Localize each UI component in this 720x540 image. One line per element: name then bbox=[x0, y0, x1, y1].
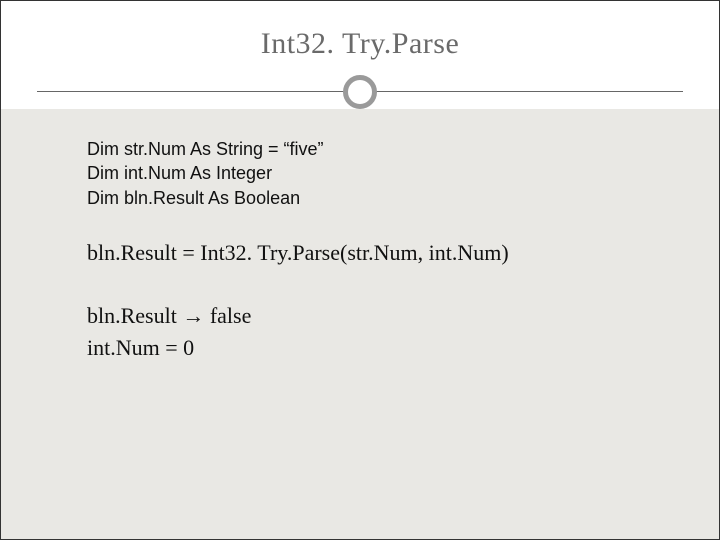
result-line-2: int.Num = 0 bbox=[87, 332, 633, 364]
decl-line-3: Dim bln.Result As Boolean bbox=[87, 186, 633, 210]
slide-body: Dim str.Num As String = “five” Dim int.N… bbox=[1, 109, 719, 539]
decl-line-1: Dim str.Num As String = “five” bbox=[87, 137, 633, 161]
result-line-1: bln.Result → false bbox=[87, 300, 633, 332]
decl-line-2: Dim int.Num As Integer bbox=[87, 161, 633, 185]
main-statement: bln.Result = Int32. Try.Parse(str.Num, i… bbox=[87, 240, 633, 266]
declaration-block: Dim str.Num As String = “five” Dim int.N… bbox=[87, 137, 633, 210]
slide-container: Int32. Try.Parse Dim str.Num As String =… bbox=[0, 0, 720, 540]
result-block: bln.Result → false int.Num = 0 bbox=[87, 300, 633, 364]
slide-header: Int32. Try.Parse bbox=[1, 1, 719, 119]
circle-ornament-icon bbox=[343, 75, 377, 109]
slide-title: Int32. Try.Parse bbox=[1, 1, 719, 61]
